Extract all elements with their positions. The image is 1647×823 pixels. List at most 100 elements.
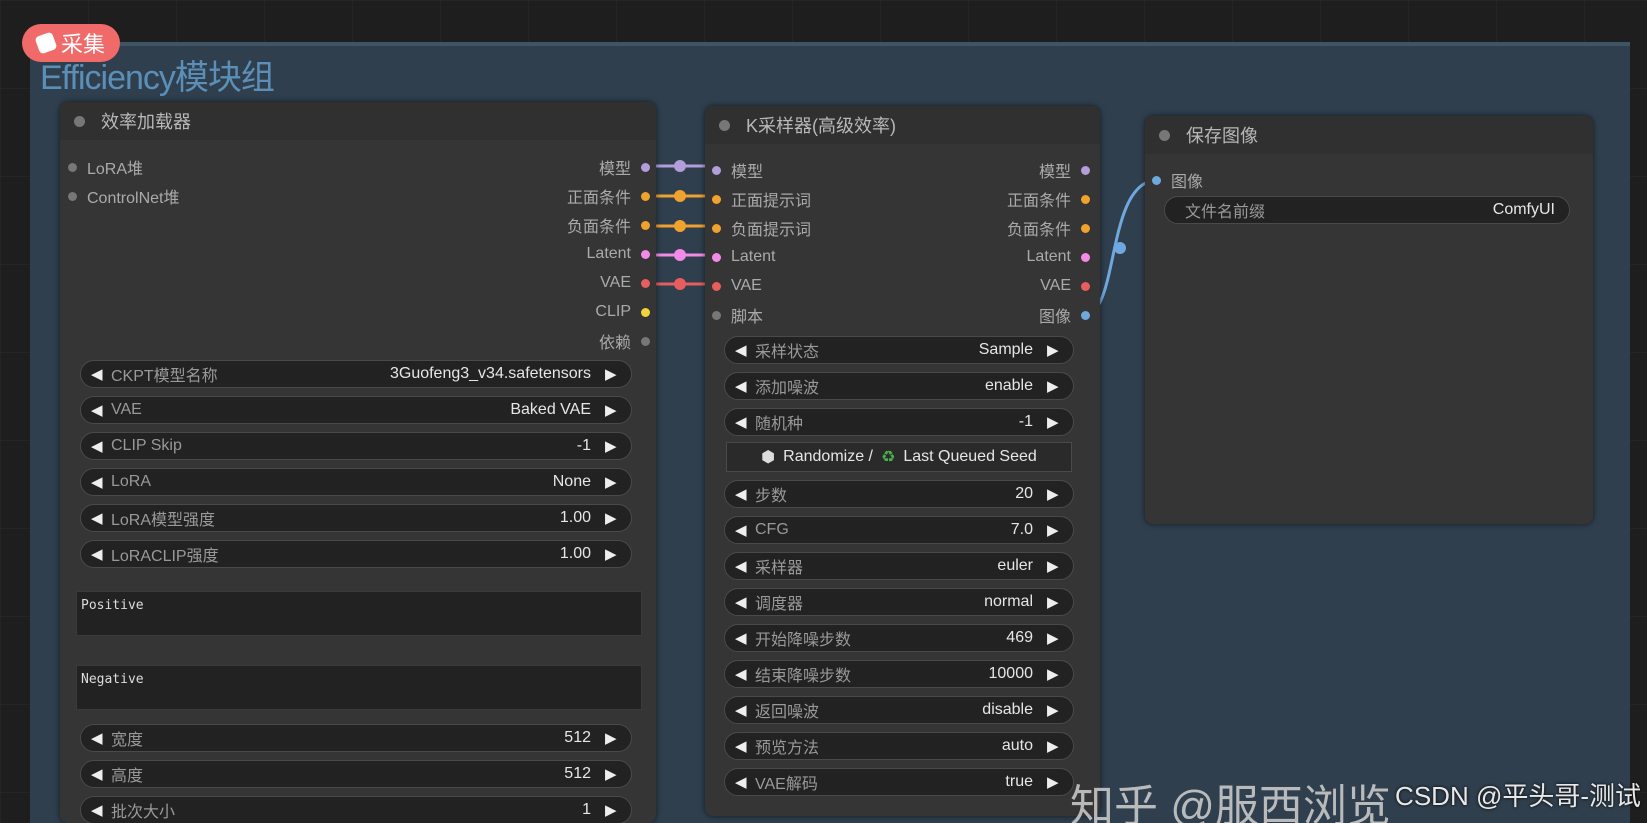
sampler-widget-2[interactable]: ◀ 随机种 -1 ▶: [724, 408, 1074, 436]
decrement-arrow-icon[interactable]: ◀: [91, 401, 107, 419]
decrement-arrow-icon[interactable]: ◀: [735, 557, 751, 575]
loader-widget-5[interactable]: ◀ LoRACLIP强度 1.00 ▶: [80, 540, 632, 568]
decrement-arrow-icon[interactable]: ◀: [735, 737, 751, 755]
collapse-dot-icon[interactable]: [74, 115, 85, 127]
loader-widget-0[interactable]: ◀ CKPT模型名称 3Guofeng3_v34.safetensors ▶: [80, 360, 632, 388]
loader-output-4[interactable]: VAE: [420, 273, 650, 293]
decrement-arrow-icon[interactable]: ◀: [735, 341, 751, 359]
decrement-arrow-icon[interactable]: ◀: [91, 509, 107, 527]
randomize-seed-button[interactable]: ⬢ Randomize / ♻ Last Queued Seed: [726, 442, 1072, 472]
sampler-output-4-dot-icon[interactable]: [1081, 281, 1090, 291]
sampler-input-4-dot-icon[interactable]: [712, 281, 721, 291]
node-header[interactable]: K采样器(高级效率): [705, 106, 1100, 144]
sampler-input-3-dot-icon[interactable]: [712, 252, 721, 262]
loader-output-1[interactable]: 正面条件: [420, 186, 650, 207]
decrement-arrow-icon[interactable]: ◀: [91, 437, 107, 455]
sampler-output-5-dot-icon[interactable]: [1081, 310, 1090, 320]
filename-prefix-field[interactable]: 文件名前缀 ComfyUI: [1164, 196, 1570, 224]
node-header[interactable]: 保存图像: [1145, 116, 1593, 154]
increment-arrow-icon[interactable]: ▶: [1047, 557, 1063, 575]
sampler-output-2[interactable]: 负面条件: [880, 218, 1090, 239]
sampler-input-5-dot-icon[interactable]: [712, 310, 721, 320]
loader-output-1-dot-icon[interactable]: [641, 191, 650, 201]
sampler-setting-widget-7[interactable]: ◀ 预览方法 auto ▶: [724, 732, 1074, 760]
decrement-arrow-icon[interactable]: ◀: [735, 485, 751, 503]
sampler-output-1[interactable]: 正面条件: [880, 189, 1090, 210]
sampler-input-1-dot-icon[interactable]: [712, 194, 721, 204]
loader-input-0-dot-icon[interactable]: [68, 162, 77, 172]
loader-widget-4[interactable]: ◀ LoRA模型强度 1.00 ▶: [80, 504, 632, 532]
increment-arrow-icon[interactable]: ▶: [1047, 377, 1063, 395]
increment-arrow-icon[interactable]: ▶: [605, 401, 621, 419]
loader-output-2[interactable]: 负面条件: [420, 215, 650, 236]
sampler-setting-widget-6[interactable]: ◀ 返回噪波 disable ▶: [724, 696, 1074, 724]
save-input-image[interactable]: 图像: [1152, 170, 1352, 191]
increment-arrow-icon[interactable]: ▶: [1047, 773, 1063, 791]
loader-output-0-dot-icon[interactable]: [641, 162, 650, 172]
increment-arrow-icon[interactable]: ▶: [1047, 341, 1063, 359]
loader-widget-2[interactable]: ◀ CLIP Skip -1 ▶: [80, 432, 632, 460]
sampler-output-0-dot-icon[interactable]: [1081, 165, 1090, 175]
increment-arrow-icon[interactable]: ▶: [605, 509, 621, 527]
increment-arrow-icon[interactable]: ▶: [1047, 629, 1063, 647]
increment-arrow-icon[interactable]: ▶: [605, 437, 621, 455]
collapse-dot-icon[interactable]: [1159, 129, 1170, 141]
increment-arrow-icon[interactable]: ▶: [605, 473, 621, 491]
save-input-image-dot-icon[interactable]: [1152, 175, 1161, 185]
sampler-output-1-dot-icon[interactable]: [1081, 194, 1090, 204]
decrement-arrow-icon[interactable]: ◀: [735, 413, 751, 431]
loader-output-4-dot-icon[interactable]: [641, 278, 650, 288]
sampler-widget-1[interactable]: ◀ 添加噪波 enable ▶: [724, 372, 1074, 400]
decrement-arrow-icon[interactable]: ◀: [91, 801, 107, 819]
sampler-output-3-dot-icon[interactable]: [1081, 252, 1090, 262]
decrement-arrow-icon[interactable]: ◀: [735, 773, 751, 791]
decrement-arrow-icon[interactable]: ◀: [91, 545, 107, 563]
loader-widget-1[interactable]: ◀ VAE Baked VAE ▶: [80, 396, 632, 424]
negative-prompt-textarea[interactable]: Negative: [76, 665, 642, 710]
loader-output-5-dot-icon[interactable]: [641, 307, 650, 317]
sampler-output-2-dot-icon[interactable]: [1081, 223, 1090, 233]
sampler-input-2-dot-icon[interactable]: [712, 223, 721, 233]
loader-output-3[interactable]: Latent: [420, 244, 650, 264]
sampler-output-3[interactable]: Latent: [880, 247, 1090, 267]
decrement-arrow-icon[interactable]: ◀: [91, 473, 107, 491]
sampler-widget-0[interactable]: ◀ 采样状态 Sample ▶: [724, 336, 1074, 364]
efficiency-loader-node[interactable]: 效率加载器: [60, 102, 656, 823]
loader-input-0[interactable]: LoRA堆: [68, 157, 268, 178]
sampler-setting-widget-0[interactable]: ◀ 步数 20 ▶: [724, 480, 1074, 508]
loader-output-5[interactable]: CLIP: [420, 302, 650, 322]
node-header[interactable]: 效率加载器: [60, 102, 656, 140]
increment-arrow-icon[interactable]: ▶: [605, 545, 621, 563]
sampler-setting-widget-8[interactable]: ◀ VAE解码 true ▶: [724, 768, 1074, 796]
loader-output-3-dot-icon[interactable]: [641, 249, 650, 259]
decrement-arrow-icon[interactable]: ◀: [735, 665, 751, 683]
loader-output-6[interactable]: 依赖: [420, 331, 650, 352]
increment-arrow-icon[interactable]: ▶: [605, 365, 621, 383]
sampler-setting-widget-4[interactable]: ◀ 开始降噪步数 469 ▶: [724, 624, 1074, 652]
loader-output-0[interactable]: 模型: [420, 157, 650, 178]
positive-prompt-textarea[interactable]: Positive: [76, 591, 642, 636]
decrement-arrow-icon[interactable]: ◀: [735, 377, 751, 395]
sampler-setting-widget-1[interactable]: ◀ CFG 7.0 ▶: [724, 516, 1074, 544]
increment-arrow-icon[interactable]: ▶: [1047, 485, 1063, 503]
loader-size-widget-2[interactable]: ◀ 批次大小 1 ▶: [80, 796, 632, 823]
loader-widget-3[interactable]: ◀ LoRA None ▶: [80, 468, 632, 496]
increment-arrow-icon[interactable]: ▶: [605, 765, 621, 783]
increment-arrow-icon[interactable]: ▶: [1047, 701, 1063, 719]
sampler-input-0-dot-icon[interactable]: [712, 165, 721, 175]
sampler-output-0[interactable]: 模型: [880, 160, 1090, 181]
increment-arrow-icon[interactable]: ▶: [1047, 737, 1063, 755]
loader-input-1-dot-icon[interactable]: [68, 191, 77, 201]
increment-arrow-icon[interactable]: ▶: [605, 729, 621, 747]
collect-badge[interactable]: 采集: [22, 24, 120, 62]
decrement-arrow-icon[interactable]: ◀: [91, 365, 107, 383]
loader-input-1[interactable]: ControlNet堆: [68, 186, 268, 207]
decrement-arrow-icon[interactable]: ◀: [735, 521, 751, 539]
increment-arrow-icon[interactable]: ▶: [1047, 593, 1063, 611]
increment-arrow-icon[interactable]: ▶: [605, 801, 621, 819]
increment-arrow-icon[interactable]: ▶: [1047, 521, 1063, 539]
increment-arrow-icon[interactable]: ▶: [1047, 413, 1063, 431]
sampler-setting-widget-3[interactable]: ◀ 调度器 normal ▶: [724, 588, 1074, 616]
sampler-output-5[interactable]: 图像: [880, 305, 1090, 326]
decrement-arrow-icon[interactable]: ◀: [91, 729, 107, 747]
